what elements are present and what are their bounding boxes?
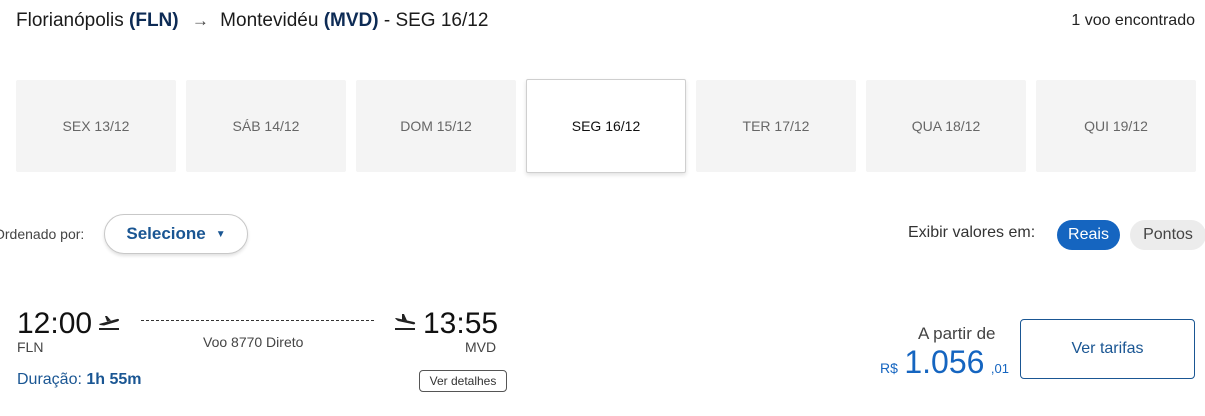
date-suffix: - SEG 16/12 [383,10,489,31]
date-tab-sex-13-12[interactable]: SEX 13/12 [16,80,176,172]
duration-value: 1h 55m [86,371,142,388]
sort-value: Selecione [126,224,206,243]
price-cents: ,01 [990,361,1009,376]
flight-info: Voo 8770 Direto [203,334,304,350]
values-label: Exibir valores em: [908,224,1036,241]
route-line [141,320,374,321]
price-currency: R$ [880,360,898,376]
date-tab-qua-18-12[interactable]: QUA 18/12 [866,80,1026,172]
origin-code: (FLN) [129,10,179,31]
price: R$ 1.056 ,01 [880,344,1009,381]
landing-icon [395,314,416,330]
date-tab-dom-15-12[interactable]: DOM 15/12 [356,80,516,172]
price-integer: 1.056 [904,344,985,380]
origin-city: Florianópolis [16,10,124,31]
result-count: 1 voo encontrado [1071,12,1195,29]
duration-label: Duração: [17,371,82,388]
fares-button[interactable]: Ver tarifas [1020,319,1195,379]
route-title: Florianópolis (FLN) → Montevidéu (MVD) -… [16,10,488,32]
price-from-label: A partir de [918,324,996,343]
date-tabs: SEX 13/12 SÁB 14/12 DOM 15/12 SEG 16/12 … [16,79,1196,173]
sort-select[interactable]: Selecione ▼ [104,214,248,254]
date-tab-seg-16-12[interactable]: SEG 16/12 [526,79,686,173]
date-tab-ter-17-12[interactable]: TER 17/12 [696,80,856,172]
date-tab-qui-19-12[interactable]: QUI 19/12 [1036,80,1196,172]
toggle-pontos[interactable]: Pontos [1130,220,1205,250]
sort-label: Ordenado por: [0,226,85,242]
details-button[interactable]: Ver detalhes [419,370,507,392]
arrival-code: MVD [465,339,497,355]
destination-code: (MVD) [323,10,379,31]
destination-city: Montevidéu [220,10,319,31]
duration: Duração: 1h 55m [17,371,142,389]
takeoff-icon [99,316,119,330]
arrival-time: 13:55 [423,307,499,340]
toggle-reais[interactable]: Reais [1057,220,1120,250]
departure-code: FLN [17,339,44,355]
date-tab-sab-14-12[interactable]: SÁB 14/12 [186,80,346,172]
arrow-right-icon: → [191,11,209,30]
departure-time: 12:00 [17,307,93,340]
caret-down-icon: ▼ [215,228,226,240]
